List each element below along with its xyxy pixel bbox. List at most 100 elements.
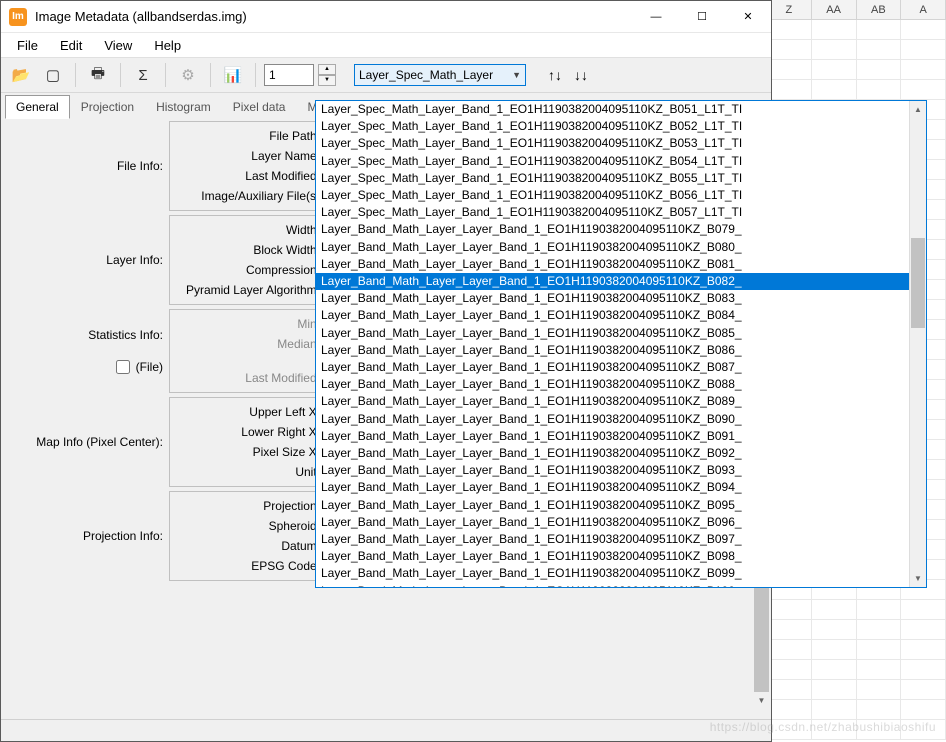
dropdown-item[interactable]: Layer_Band_Math_Layer_Layer_Band_1_EO1H1… (316, 565, 926, 582)
block-width-label: Block Width: (178, 240, 328, 260)
scroll-down-icon[interactable]: ▼ (753, 692, 770, 709)
dropdown-item[interactable]: Layer_Band_Math_Layer_Layer_Band_1_EO1H1… (316, 531, 926, 548)
spreadsheet-row[interactable] (767, 660, 946, 680)
tab-pixel-data[interactable]: Pixel data (222, 95, 297, 119)
dropdown-item[interactable]: Layer_Band_Math_Layer_Layer_Band_1_EO1H1… (316, 583, 926, 588)
dropdown-item[interactable]: Layer_Band_Math_Layer_Layer_Band_1_EO1H1… (316, 307, 926, 324)
menu-edit[interactable]: Edit (50, 36, 92, 55)
menu-help[interactable]: Help (144, 36, 191, 55)
dropdown-item[interactable]: Layer_Band_Math_Layer_Layer_Band_1_EO1H1… (316, 273, 926, 290)
ulx-label: Upper Left X: (178, 402, 328, 422)
print-icon[interactable]: 🖶 (84, 61, 112, 89)
dropdown-item[interactable]: Layer_Band_Math_Layer_Layer_Band_1_EO1H1… (316, 497, 926, 514)
layer-number-input[interactable] (264, 64, 314, 86)
stats-last-modified-label: Last Modified: (178, 368, 328, 388)
new-icon[interactable]: ▢ (39, 61, 67, 89)
dropdown-item[interactable]: Layer_Band_Math_Layer_Layer_Band_1_EO1H1… (316, 445, 926, 462)
dropdown-item[interactable]: Layer_Band_Math_Layer_Layer_Band_1_EO1H1… (316, 359, 926, 376)
layer-dropdown-list[interactable]: Layer_Spec_Math_Layer_Band_1_EO1H1190382… (315, 100, 927, 588)
dropdown-item[interactable]: Layer_Spec_Math_Layer_Band_1_EO1H1190382… (316, 101, 926, 118)
column-header[interactable]: AB (857, 0, 902, 19)
layer-name-label: Layer Name: (178, 146, 328, 166)
dropdown-item[interactable]: Layer_Spec_Math_Layer_Band_1_EO1H1190382… (316, 170, 926, 187)
titlebar[interactable]: Im Image Metadata (allbandserdas.img) — … (1, 1, 771, 33)
layer-select-value: Layer_Spec_Math_Layer (359, 68, 512, 82)
dropdown-item[interactable]: Layer_Band_Math_Layer_Layer_Band_1_EO1H1… (316, 514, 926, 531)
separator (75, 63, 76, 87)
last-modified-label: Last Modified: (178, 166, 328, 186)
dropdown-item[interactable]: Layer_Band_Math_Layer_Layer_Band_1_EO1H1… (316, 239, 926, 256)
menu-view[interactable]: View (94, 36, 142, 55)
dropdown-item[interactable]: Layer_Spec_Math_Layer_Band_1_EO1H1190382… (316, 204, 926, 221)
scroll-thumb[interactable] (911, 238, 925, 328)
unit-label: Unit: (178, 462, 328, 482)
file-checkbox-row[interactable]: (File) (46, 360, 163, 374)
spreadsheet-row[interactable] (767, 700, 946, 720)
sort-down-icon[interactable]: ↓↓ (570, 64, 592, 86)
scroll-down-icon[interactable]: ▼ (910, 570, 926, 587)
dropdown-item[interactable]: Layer_Spec_Math_Layer_Band_1_EO1H1190382… (316, 187, 926, 204)
sigma-icon[interactable]: Σ (129, 61, 157, 89)
lrx-label: Lower Right X: (178, 422, 328, 442)
spreadsheet-row[interactable] (767, 680, 946, 700)
column-header[interactable]: A (901, 0, 946, 19)
minimize-button[interactable]: — (633, 1, 679, 33)
menu-file[interactable]: File (7, 36, 48, 55)
dropdown-item[interactable]: Layer_Band_Math_Layer_Layer_Band_1_EO1H1… (316, 342, 926, 359)
gear-icon[interactable]: ⚙ (174, 61, 202, 89)
spheroid-label: Spheroid: (178, 516, 328, 536)
tab-histogram[interactable]: Histogram (145, 95, 222, 119)
dropdown-item[interactable]: Layer_Band_Math_Layer_Layer_Band_1_EO1H1… (316, 462, 926, 479)
dropdown-item[interactable]: Layer_Band_Math_Layer_Layer_Band_1_EO1H1… (316, 221, 926, 238)
dropdown-item[interactable]: Layer_Band_Math_Layer_Layer_Band_1_EO1H1… (316, 290, 926, 307)
histogram-bars-icon[interactable]: 📊 (219, 61, 247, 89)
stats-info-label: Statistics Info: (88, 328, 163, 342)
spreadsheet-row[interactable] (767, 620, 946, 640)
spreadsheet-row[interactable] (767, 20, 946, 40)
dropdown-item[interactable]: Layer_Band_Math_Layer_Layer_Band_1_EO1H1… (316, 393, 926, 410)
window-title: Image Metadata (allbandserdas.img) (35, 9, 633, 24)
close-button[interactable]: ✕ (725, 1, 771, 33)
dropdown-item[interactable]: Layer_Band_Math_Layer_Layer_Band_1_EO1H1… (316, 428, 926, 445)
spreadsheet-row[interactable] (767, 60, 946, 80)
maximize-button[interactable]: ☐ (679, 1, 725, 33)
column-header[interactable]: Z (767, 0, 812, 19)
width-label: Width: (178, 220, 328, 240)
file-path-label: File Path: (178, 126, 328, 146)
column-header[interactable]: AA (812, 0, 857, 19)
dropdown-item[interactable]: Layer_Band_Math_Layer_Layer_Band_1_EO1H1… (316, 376, 926, 393)
toolbar: 📂 ▢ 🖶 Σ ⚙ 📊 ▲▼ Layer_Spec_Math_Layer ▼ ↑… (1, 57, 771, 93)
spreadsheet-row[interactable] (767, 600, 946, 620)
dropdown-scrollbar[interactable]: ▲ ▼ (909, 101, 926, 587)
separator (255, 63, 256, 87)
dropdown-item[interactable]: Layer_Spec_Math_Layer_Band_1_EO1H1190382… (316, 118, 926, 135)
tab-projection[interactable]: Projection (70, 95, 145, 119)
dropdown-item[interactable]: Layer_Band_Math_Layer_Layer_Band_1_EO1H1… (316, 325, 926, 342)
open-icon[interactable]: 📂 (7, 61, 35, 89)
epsg-label: EPSG Code: (178, 556, 328, 576)
layer-select-dropdown[interactable]: Layer_Spec_Math_Layer ▼ (354, 64, 526, 86)
menubar: File Edit View Help (1, 33, 771, 57)
separator (210, 63, 211, 87)
pyramid-label: Pyramid Layer Algorithm: (178, 280, 328, 300)
dropdown-item[interactable]: Layer_Spec_Math_Layer_Band_1_EO1H1190382… (316, 135, 926, 152)
dropdown-item[interactable]: Layer_Band_Math_Layer_Layer_Band_1_EO1H1… (316, 479, 926, 496)
file-checkbox[interactable] (116, 360, 130, 374)
layer-spinner[interactable]: ▲▼ (318, 64, 336, 86)
spreadsheet-row[interactable] (767, 640, 946, 660)
dropdown-item[interactable]: Layer_Band_Math_Layer_Layer_Band_1_EO1H1… (316, 411, 926, 428)
projection-info-label: Projection Info: (9, 491, 169, 581)
spreadsheet-row[interactable] (767, 40, 946, 60)
sort-up-icon[interactable]: ↑↓ (544, 64, 566, 86)
spreadsheet-row[interactable] (767, 80, 946, 100)
map-info-label: Map Info (Pixel Center): (9, 397, 169, 487)
pixel-size-label: Pixel Size X: (178, 442, 328, 462)
tab-general[interactable]: General (5, 95, 70, 119)
dropdown-item[interactable]: Layer_Band_Math_Layer_Layer_Band_1_EO1H1… (316, 548, 926, 565)
scroll-up-icon[interactable]: ▲ (910, 101, 926, 118)
dropdown-item[interactable]: Layer_Band_Math_Layer_Layer_Band_1_EO1H1… (316, 256, 926, 273)
median-label: Median: (178, 334, 328, 354)
dropdown-item[interactable]: Layer_Spec_Math_Layer_Band_1_EO1H1190382… (316, 153, 926, 170)
aux-files-label: Image/Auxiliary File(s) (178, 186, 328, 206)
datum-label: Datum: (178, 536, 328, 556)
